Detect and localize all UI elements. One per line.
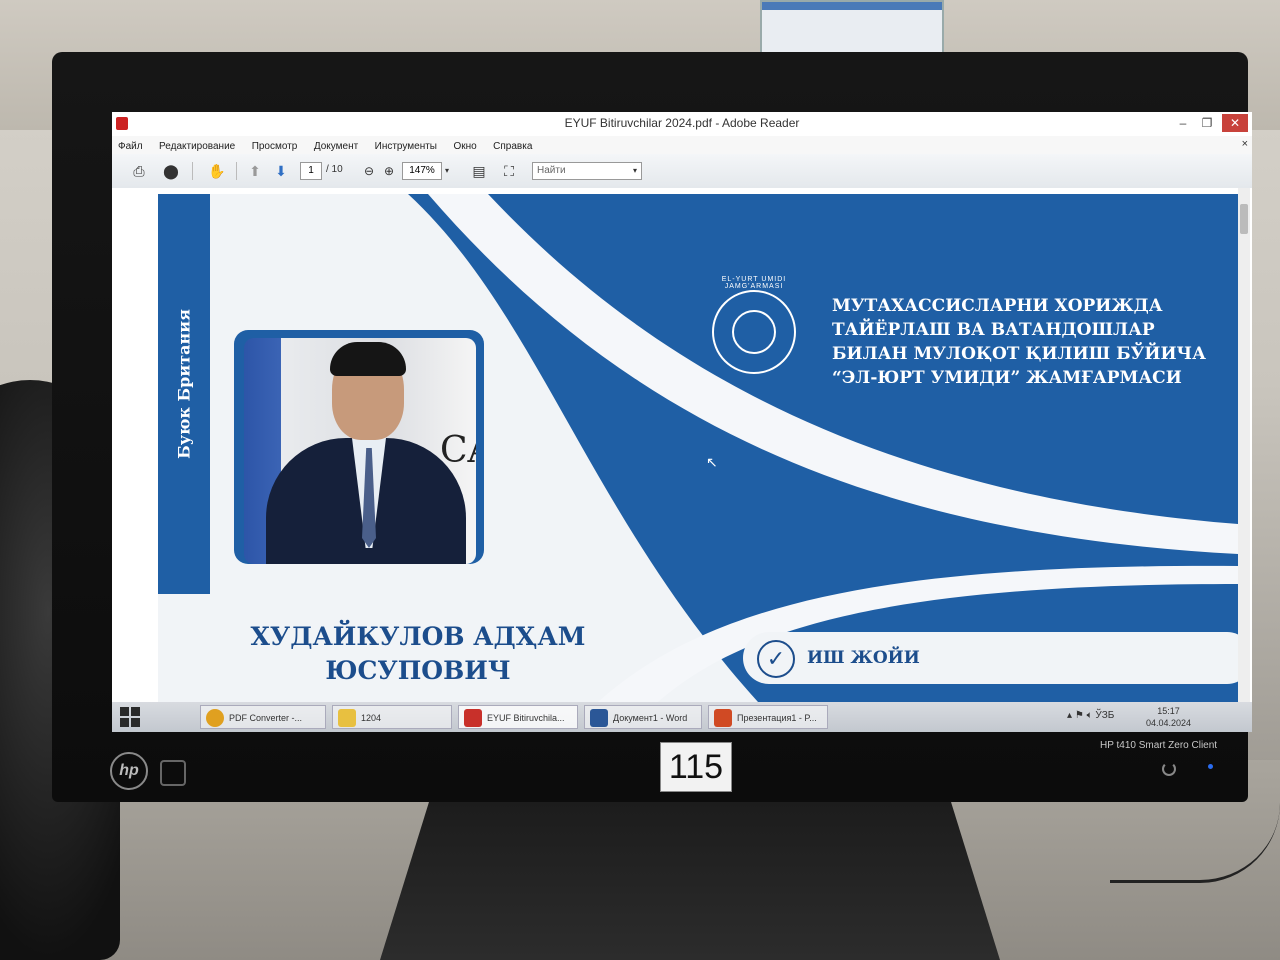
previous-page-icon[interactable]: ⬆	[242, 160, 268, 182]
print-icon[interactable]: ⎙	[126, 160, 152, 182]
taskbar-item-label: PDF Converter -...	[229, 713, 303, 723]
pdf-icon	[464, 709, 482, 727]
photo-hair	[330, 342, 406, 376]
taskbar-item-label: Документ1 - Word	[613, 713, 688, 723]
taskbar-item-word[interactable]: Документ1 - Word	[584, 705, 702, 729]
clock[interactable]: 15:17 04.04.2024	[1146, 705, 1191, 729]
taskbar-item-label: EYUF Bitiruvchila...	[487, 713, 565, 723]
menu-tools[interactable]: Инструменты	[369, 138, 443, 152]
tray-arrow-icon[interactable]: ▴	[1067, 710, 1072, 721]
toolbar-separator	[236, 162, 237, 180]
job-label: ИШ ЖОЙИ	[807, 648, 920, 668]
country-label: Буюк Британия	[174, 309, 194, 459]
hand-icon[interactable]: ✋	[204, 160, 230, 182]
menu-edit[interactable]: Редактирование	[153, 138, 241, 152]
portrait-photo: CAN	[244, 338, 476, 564]
fit-width-icon[interactable]: ⛶	[496, 160, 522, 182]
menu-window[interactable]: Окно	[447, 138, 482, 152]
menu-view[interactable]: Просмотр	[246, 138, 304, 152]
org-name-line3: БИЛАН МУЛОҚОТ ҚИЛИШ БЎЙИЧА	[832, 344, 1206, 364]
eyuf-logo-icon: EL-YURT UMIDI JAMG'ARMASI	[712, 276, 796, 374]
photo-frame: CAN	[234, 330, 484, 564]
taskbar-item-label: Презентация1 - P...	[737, 713, 817, 723]
person-name: ХУДАЙКУЛОВ АДҲАМ ЮСУПОВИЧ	[218, 620, 618, 688]
monitor-stand	[380, 800, 1000, 960]
document-close-icon[interactable]: ×	[1242, 138, 1248, 150]
close-button[interactable]: ✕	[1222, 114, 1248, 132]
system-tray: ▴ ⚑ 🔈︎ ЎЗБ	[1067, 710, 1114, 721]
share-icon[interactable]: ⬤	[158, 160, 184, 182]
clock-date: 04.04.2024	[1146, 718, 1192, 728]
taskbar-item-folder[interactable]: 1204	[332, 705, 452, 729]
word-icon	[590, 709, 608, 727]
person-name-line2: ЮСУПОВИЧ	[325, 656, 511, 685]
side-tab: Буюк Британия	[158, 194, 210, 594]
next-page-icon[interactable]: ⬇	[268, 160, 294, 182]
window-title: EYUF Bitiruvchilar 2024.pdf - Adobe Read…	[564, 116, 800, 130]
globe-icon	[732, 310, 776, 354]
fit-page-icon[interactable]: ▤	[466, 160, 492, 182]
taskbar-item-pdf-converter[interactable]: PDF Converter -...	[200, 705, 326, 729]
person-name-line1: ХУДАЙКУЛОВ АДҲАМ	[250, 622, 586, 651]
org-name-line4: “ЭЛ-ЮРТ УМИДИ” ЖАМҒАРМАСИ	[832, 368, 1182, 388]
powerpoint-icon	[714, 709, 732, 727]
scrollbar-thumb[interactable]	[1240, 204, 1248, 234]
zoom-dropdown-icon[interactable]: ▾	[442, 160, 452, 182]
taskbar-item-label: 1204	[361, 713, 382, 723]
hp-logo: hp	[110, 752, 148, 790]
minimize-button[interactable]: –	[1172, 114, 1194, 132]
menu-file[interactable]: Файл	[112, 138, 149, 152]
maximize-button[interactable]: ❐	[1196, 114, 1218, 132]
model-label: HP t410 Smart Zero Client	[1100, 740, 1218, 751]
asset-sticker: 115	[660, 742, 732, 792]
windows-start-icon[interactable]	[120, 707, 140, 727]
clock-time: 15:17	[1157, 706, 1180, 716]
photo-background-sign: CAN	[440, 430, 476, 471]
zoom-in-icon[interactable]: ⊕	[376, 160, 402, 182]
power-led	[1208, 764, 1213, 769]
taskbar-item-adobe-reader[interactable]: EYUF Bitiruvchila...	[458, 705, 578, 729]
language-indicator[interactable]: ЎЗБ	[1095, 710, 1114, 721]
vertical-scrollbar[interactable]	[1238, 188, 1250, 702]
power-icon[interactable]	[1162, 762, 1176, 776]
menu-document[interactable]: Документ	[308, 138, 364, 152]
folder-icon	[338, 709, 356, 727]
volume-icon[interactable]: 🔈︎	[1087, 710, 1093, 721]
mouse-cursor-icon: ↖	[706, 454, 718, 470]
taskbar: PDF Converter -... 1204 EYUF Bitiruvchil…	[112, 702, 1252, 732]
logo-ring-text: EL-YURT UMIDI JAMG'ARMASI	[721, 276, 787, 290]
menu-bar: Файл Редактирование Просмотр Документ Ин…	[112, 136, 1252, 155]
search-dropdown-icon[interactable]: ▾	[630, 160, 640, 182]
job-section: ✓ ИШ ЖОЙИ	[743, 632, 1238, 684]
toolbar: ⎙ ⬤ ✋ ⬆ ⬇ 1 / 10 ⊖ ⊕ 147% ▾ ▤ ⛶ Найти ▾	[112, 154, 1252, 189]
org-name-line1: МУТАХАССИСЛАРНИ ХОРИЖДА	[832, 296, 1163, 316]
pdf-page: Буюк Британия CAN ХУДАЙКУЛОВ АДҲАМ ЮСУПО…	[158, 194, 1238, 702]
checkmark-icon: ✓	[757, 640, 795, 678]
toolbar-separator	[192, 162, 193, 180]
menu-help[interactable]: Справка	[487, 138, 538, 152]
search-input[interactable]: Найти	[532, 162, 642, 180]
org-name-line2: ТАЙЁРЛАШ ВА ВАТАНДОШЛАР	[832, 320, 1155, 340]
chrome-icon	[206, 709, 224, 727]
page-total: / 10	[326, 164, 343, 175]
energy-star-icon	[160, 760, 186, 786]
screen: EYUF Bitiruvchilar 2024.pdf - Adobe Read…	[112, 112, 1252, 732]
title-bar: EYUF Bitiruvchilar 2024.pdf - Adobe Read…	[112, 112, 1252, 137]
taskbar-item-powerpoint[interactable]: Презентация1 - P...	[708, 705, 828, 729]
network-icon[interactable]: ⚑	[1075, 710, 1084, 721]
document-area: Буюк Британия CAN ХУДАЙКУЛОВ АДҲАМ ЮСУПО…	[112, 188, 1252, 702]
zoom-input[interactable]: 147%	[402, 162, 442, 180]
page-number-input[interactable]: 1	[300, 162, 322, 180]
